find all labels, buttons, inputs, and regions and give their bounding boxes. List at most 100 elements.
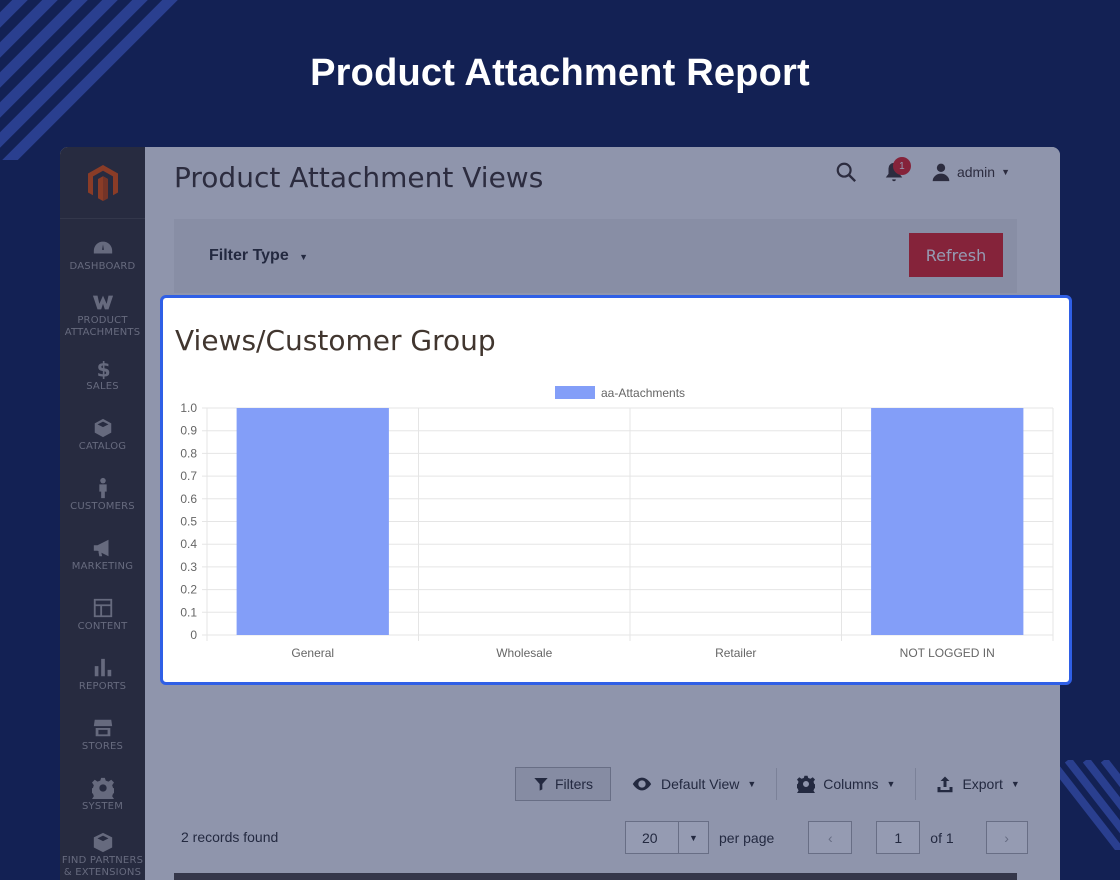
chevron-down-icon: ▼ (1001, 167, 1010, 177)
sidebar: DASHBOARD PRODUCT ATTACHMENTS $ SALES CA… (60, 147, 145, 880)
upload-icon (937, 776, 953, 793)
y-tick-label: 0.4 (180, 537, 197, 551)
page-title: Product Attachment Views (174, 161, 544, 194)
chevron-right-icon: › (1004, 829, 1009, 846)
sidebar-item-label: DASHBOARD (69, 261, 136, 272)
default-view-label: Default View (661, 776, 740, 792)
page-input[interactable]: 1 (876, 821, 921, 854)
bar (871, 408, 1024, 635)
caret-down-icon: ▼ (299, 252, 309, 262)
dashboard-icon (93, 241, 112, 254)
filter-bar: Filter Type ▼ Refresh (174, 219, 1017, 293)
sidebar-item-sales[interactable]: $ SALES (60, 345, 145, 405)
user-icon (932, 163, 950, 182)
chevron-down-icon: ▼ (886, 779, 896, 789)
eye-icon (632, 777, 652, 791)
sidebar-item-stores[interactable]: STORES (60, 705, 145, 765)
x-tick-label: Wholesale (496, 646, 552, 660)
table-header (174, 873, 1017, 880)
sidebar-item-label: CUSTOMERS (70, 501, 135, 512)
store-icon (93, 719, 112, 737)
sidebar-item-content[interactable]: CONTENT (60, 585, 145, 645)
sidebar-item-label: CATALOG (78, 441, 127, 452)
y-tick-label: 0.6 (180, 492, 197, 506)
per-page-select[interactable]: 20 ▼ (625, 821, 709, 854)
sidebar-item-label: CONTENT (77, 621, 128, 632)
y-tick-label: 0.9 (180, 424, 197, 438)
x-tick-label: General (291, 646, 334, 660)
sidebar-item-label: SALES (86, 381, 119, 392)
divider (776, 768, 778, 800)
box-icon (93, 832, 112, 853)
page-total: of 1 (930, 829, 954, 846)
divider (915, 768, 917, 800)
y-tick-label: 0.8 (180, 446, 197, 460)
export-dropdown[interactable]: Export ▼ (936, 775, 1020, 793)
filters-button[interactable]: Filters (515, 767, 611, 801)
columns-dropdown[interactable]: Columns ▼ (797, 775, 895, 793)
bar-chart-icon (94, 658, 111, 677)
per-page-value: 20 (642, 829, 658, 846)
sidebar-item-label: REPORTS (78, 681, 127, 692)
bar (236, 408, 389, 635)
person-icon (98, 477, 107, 499)
export-label: Export (962, 776, 1003, 792)
legend-swatch (555, 386, 595, 399)
decorative-stripes (1050, 760, 1120, 850)
x-tick-label: NOT LOGGED IN (900, 646, 995, 660)
chevron-down-icon: ▼ (678, 822, 708, 853)
pagination: 20 ▼ per page ‹ 1 of 1 › (625, 821, 1028, 854)
sidebar-item-marketing[interactable]: MARKETING (60, 525, 145, 585)
sidebar-item-dashboard[interactable]: DASHBOARD (60, 225, 145, 285)
notifications-button[interactable]: 1 (883, 157, 911, 183)
y-tick-label: 1.0 (180, 401, 197, 415)
dollar-icon: $ (96, 357, 110, 379)
sidebar-item-customers[interactable]: CUSTOMERS (60, 465, 145, 525)
user-name: admin (956, 164, 996, 180)
sidebar-item-catalog[interactable]: CATALOG (60, 405, 145, 465)
refresh-button[interactable]: Refresh (909, 233, 1003, 277)
chevron-down-icon: ▼ (1010, 779, 1020, 789)
y-tick-label: 0.2 (180, 583, 197, 597)
sidebar-item-label: MARKETING (71, 561, 134, 572)
notification-badge: 1 (892, 157, 911, 175)
sidebar-item-label: SYSTEM (81, 801, 124, 812)
columns-label: Columns (823, 776, 879, 792)
chevron-down-icon: ▼ (747, 779, 757, 789)
chart-card: Views/Customer Group 1.0 0.9 0.8 0.7 0.6 0.5 0… (160, 295, 1072, 685)
y-tick-label: 0.3 (180, 560, 197, 574)
sidebar-item-reports[interactable]: REPORTS (60, 645, 145, 705)
sidebar-item-find-partners[interactable]: FIND PARTNERS & EXTENSIONS (60, 825, 145, 880)
topbar-actions: 1 admin ▼ (835, 157, 1010, 183)
legend-label: aa-Attachments (601, 386, 685, 400)
magento-logo[interactable] (60, 147, 145, 219)
megaphone-icon (93, 539, 108, 557)
y-tick-label: 0.1 (180, 605, 197, 619)
records-count: 2 records found (181, 829, 279, 845)
user-menu[interactable]: admin ▼ (931, 162, 1010, 182)
x-tick-label: Retailer (715, 646, 756, 660)
filters-label: Filters (554, 776, 594, 792)
page-number: 1 (894, 829, 903, 846)
gear-icon (797, 775, 816, 793)
sidebar-item-product-attachments[interactable]: PRODUCT ATTACHMENTS (60, 285, 145, 345)
filter-type-label: Filter Type (209, 247, 289, 264)
chevron-left-icon: ‹ (827, 829, 833, 846)
sidebar-item-label: PRODUCT ATTACHMENTS (64, 315, 141, 338)
y-tick-label: 0.5 (180, 515, 197, 529)
grid-controls: Filters Default View ▼ Columns ▼ Export … (515, 767, 1020, 801)
sidebar-item-label: FIND PARTNERS & EXTENSIONS (61, 855, 144, 878)
hero-title: Product Attachment Report (310, 52, 810, 94)
search-icon[interactable] (835, 161, 857, 183)
prev-page-button[interactable]: ‹ (808, 821, 853, 854)
bar-chart: 1.0 0.9 0.8 0.7 0.6 0.5 0.4 0.3 0.2 0.1 0 General Wh… (180, 386, 1054, 660)
magento-logo-icon (87, 164, 118, 201)
sidebar-item-system[interactable]: SYSTEM (60, 765, 145, 825)
cube-icon (94, 418, 111, 438)
filter-type-dropdown[interactable]: Filter Type ▼ (209, 247, 308, 265)
funnel-icon (534, 778, 548, 791)
next-page-button[interactable]: › (985, 821, 1028, 854)
default-view-dropdown[interactable]: Default View ▼ (631, 776, 756, 792)
gear-icon (91, 777, 114, 799)
svg-text:$: $ (96, 357, 110, 379)
